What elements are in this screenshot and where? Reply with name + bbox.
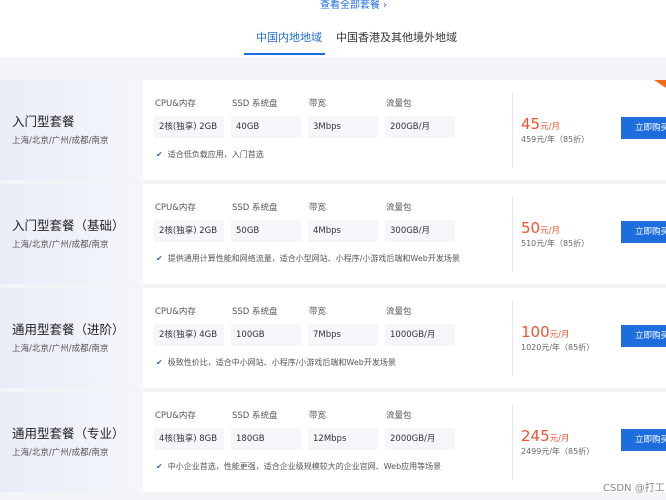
price-amount: 50 — [521, 219, 541, 237]
spec-label-bandwidth: 带宽 — [309, 203, 327, 213]
package-feature: ✔ 适合低负载应用，入门首选 — [156, 149, 264, 161]
package-summary: 入门型套餐（基础） 上海/北京/广州/成都/南京 — [0, 184, 143, 284]
package-name: 入门型套餐 — [12, 114, 75, 129]
card-divider — [512, 300, 513, 376]
buy-now-button[interactable]: 立即购买 — [621, 429, 666, 451]
spec-value-cpu: 2核(独享) 2GB — [154, 116, 224, 138]
package-card: 通用型套餐（专业） 上海/北京/广州/成都/南京 CPU&内存 SSD 系统盘 … — [0, 392, 666, 492]
package-feature-text: 中小企业首选，性能更强，适合企业级规模较大的企业官网、Web应用等场景 — [167, 462, 442, 471]
yearly-price: 459元/年（85折） — [521, 135, 590, 144]
active-tab-underline — [244, 53, 325, 55]
spec-label-traffic: 流量包 — [386, 203, 412, 213]
package-regions: 上海/北京/广州/成都/南京 — [12, 344, 109, 354]
price-unit: 元/月 — [549, 434, 570, 444]
spec-label-cpu: CPU&内存 — [155, 203, 196, 213]
spec-label-disk: SSD 系统盘 — [232, 307, 278, 317]
csdn-watermark: CSDN @打工 — [603, 483, 665, 494]
spec-value-cpu: 4核(独享) 8GB — [154, 428, 224, 450]
price-unit: 元/月 — [540, 226, 560, 236]
package-feature-text: 极致性价比，适合中小网站、小程序/小游戏后端和Web开发场景 — [167, 358, 396, 367]
package-name: 通用型套餐（专业） — [12, 426, 125, 441]
package-feature: ✔ 极致性价比，适合中小网站、小程序/小游戏后端和Web开发场景 — [156, 357, 396, 369]
package-card: 通用型套餐（进阶） 上海/北京/广州/成都/南京 CPU&内存 SSD 系统盘 … — [0, 288, 666, 388]
spec-value-bandwidth: 7Mbps — [308, 324, 378, 346]
spec-label-bandwidth: 带宽 — [309, 411, 327, 421]
package-name: 入门型套餐（基础） — [12, 218, 125, 233]
package-name: 通用型套餐（进阶） — [12, 322, 125, 337]
spec-label-traffic: 流量包 — [386, 307, 412, 317]
spec-value-cpu: 2核(独享) 4GB — [154, 324, 224, 346]
price-unit: 元/月 — [549, 330, 570, 340]
spec-label-disk: SSD 系统盘 — [232, 411, 278, 421]
spec-label-cpu: CPU&内存 — [155, 411, 196, 421]
price-amount: 100 — [521, 323, 550, 341]
yearly-price: 1020元/年（85折） — [521, 343, 595, 352]
view-all-packages-link[interactable]: 查看全部套餐 › — [320, 0, 387, 12]
package-regions: 上海/北京/广州/成都/南京 — [12, 448, 109, 458]
spec-value-traffic: 300GB/月 — [385, 220, 455, 242]
spec-value-cpu: 2核(独享) 2GB — [154, 220, 224, 242]
check-icon: ✔ — [156, 358, 163, 367]
spec-value-bandwidth: 3Mbps — [308, 116, 378, 138]
card-divider — [512, 196, 513, 272]
package-feature: ✔ 提供通用计算性能和网络流量，适合小型网站、小程序/小游戏后端和Web开发场景 — [156, 253, 460, 265]
yearly-price: 2499元/年（85折） — [521, 447, 595, 456]
price-amount: 45 — [521, 115, 541, 133]
yearly-price: 510元/年（85折） — [521, 239, 590, 248]
spec-label-bandwidth: 带宽 — [309, 99, 327, 109]
package-feature: ✔ 中小企业首选，性能更强，适合企业级规模较大的企业官网、Web应用等场景 — [156, 461, 441, 473]
buy-now-button[interactable]: 立即购买 — [621, 325, 666, 347]
spec-value-disk: 100GB — [231, 324, 301, 346]
spec-label-bandwidth: 带宽 — [309, 307, 327, 317]
check-icon: ✔ — [156, 462, 163, 471]
spec-label-cpu: CPU&内存 — [155, 307, 196, 317]
spec-label-disk: SSD 系统盘 — [232, 99, 278, 109]
package-regions: 上海/北京/广州/成都/南京 — [12, 136, 109, 146]
buy-now-button[interactable]: 立即购买 — [621, 221, 666, 243]
package-card: 入门型套餐（基础） 上海/北京/广州/成都/南京 CPU&内存 SSD 系统盘 … — [0, 184, 666, 284]
package-regions: 上海/北京/广州/成都/南京 — [12, 240, 109, 250]
spec-value-bandwidth: 12Mbps — [308, 428, 378, 450]
spec-label-traffic: 流量包 — [386, 411, 412, 421]
view-all-packages-label: 查看全部套餐 — [320, 0, 380, 11]
spec-value-disk: 50GB — [231, 220, 301, 242]
spec-value-disk: 40GB — [231, 116, 301, 138]
card-divider — [512, 404, 513, 480]
spec-value-traffic: 1000GB/月 — [385, 324, 455, 346]
spec-value-disk: 180GB — [231, 428, 301, 450]
spec-label-traffic: 流量包 — [386, 99, 412, 109]
package-feature-text: 提供通用计算性能和网络流量，适合小型网站、小程序/小游戏后端和Web开发场景 — [167, 254, 460, 263]
corner-tag-icon — [654, 80, 666, 88]
spec-label-cpu: CPU&内存 — [155, 99, 196, 109]
card-divider — [512, 92, 513, 168]
price-amount: 245 — [521, 427, 550, 445]
price-unit: 元/月 — [540, 122, 560, 132]
package-summary: 通用型套餐（进阶） 上海/北京/广州/成都/南京 — [0, 288, 143, 388]
check-icon: ✔ — [156, 150, 163, 159]
chevron-right-icon: › — [383, 0, 387, 11]
tab-hongkong-overseas[interactable]: 中国香港及其他境外地域 — [336, 30, 457, 46]
tab-mainland-china[interactable]: 中国内地地域 — [256, 30, 322, 46]
spec-value-traffic: 2000GB/月 — [385, 428, 455, 450]
package-summary: 入门型套餐 上海/北京/广州/成都/南京 — [0, 80, 143, 180]
region-tabs: 中国内地地域 中国香港及其他境外地域 — [0, 22, 666, 56]
spec-label-disk: SSD 系统盘 — [232, 203, 278, 213]
package-summary: 通用型套餐（专业） 上海/北京/广州/成都/南京 — [0, 392, 143, 492]
package-feature-text: 适合低负载应用，入门首选 — [167, 150, 264, 159]
spec-value-bandwidth: 4Mbps — [308, 220, 378, 242]
check-icon: ✔ — [156, 254, 163, 263]
spec-value-traffic: 200GB/月 — [385, 116, 455, 138]
buy-now-button[interactable]: 立即购买 — [621, 117, 666, 139]
package-card: 入门型套餐 上海/北京/广州/成都/南京 CPU&内存 SSD 系统盘 带宽 流… — [0, 80, 666, 180]
